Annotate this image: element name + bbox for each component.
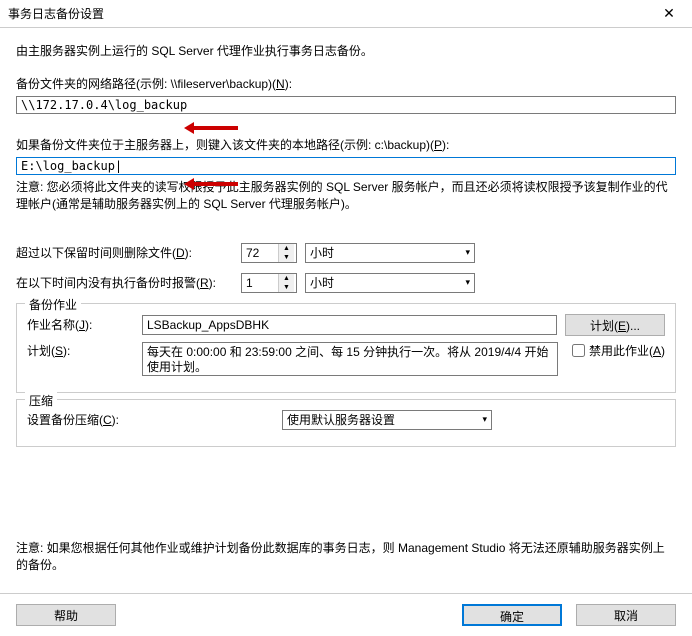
window-title: 事务日志备份设置: [8, 5, 104, 22]
chevron-down-icon[interactable]: ▼: [279, 253, 294, 262]
retention-label: 超过以下保留时间则删除文件(D):: [16, 244, 241, 261]
jobname-label: 作业名称(J):: [27, 316, 142, 333]
retention-spinner[interactable]: ▲▼: [241, 243, 297, 263]
job-legend: 备份作业: [25, 296, 81, 313]
job-fieldset: 备份作业 作业名称(J): 计划(E)... 计划(S): 每天在 0:00:0…: [16, 303, 676, 393]
content-area: 由主服务器实例上运行的 SQL Server 代理作业执行事务日志备份。 备份文…: [0, 28, 692, 588]
ok-button[interactable]: 确定: [462, 604, 562, 626]
chevron-down-icon: ▾: [482, 414, 487, 425]
chevron-down-icon: ▾: [465, 247, 470, 258]
chevron-up-icon[interactable]: ▲: [279, 274, 294, 283]
footer: 帮助 确定 取消: [0, 593, 692, 636]
close-icon[interactable]: ✕: [654, 4, 684, 24]
compress-fieldset: 压缩 设置备份压缩(C): 使用默认服务器设置 ▾: [16, 399, 676, 447]
schedule-button[interactable]: 计划(E)...: [565, 314, 665, 336]
localpath-label: 如果备份文件夹位于主服务器上，则键入该文件夹的本地路径(示例: c:\backu…: [16, 136, 676, 153]
netpath-label: 备份文件夹的网络路径(示例: \\fileserver\backup)(N):: [16, 75, 676, 92]
disable-job-checkbox[interactable]: 禁用此作业(A): [572, 342, 665, 359]
cancel-button[interactable]: 取消: [576, 604, 676, 626]
netpath-input[interactable]: [16, 96, 676, 114]
retention-row: 超过以下保留时间则删除文件(D): ▲▼ 小时 ▾: [16, 243, 676, 263]
retention-unit-combo[interactable]: 小时 ▾: [305, 243, 475, 263]
compress-legend: 压缩: [25, 392, 57, 409]
jobname-input[interactable]: [142, 315, 557, 335]
alert-label: 在以下时间内没有执行备份时报警(R):: [16, 274, 241, 291]
chevron-up-icon[interactable]: ▲: [279, 244, 294, 253]
chevron-down-icon[interactable]: ▼: [279, 283, 294, 292]
localpath-input[interactable]: [16, 157, 676, 175]
compress-label: 设置备份压缩(C):: [27, 411, 282, 428]
alert-unit-combo[interactable]: 小时 ▾: [305, 273, 475, 293]
alert-spinner[interactable]: ▲▼: [241, 273, 297, 293]
titlebar: 事务日志备份设置 ✕: [0, 0, 692, 28]
localpath-note: 注意: 您必须将此文件夹的读写权限授予此主服务器实例的 SQL Server 服…: [16, 179, 676, 213]
help-button[interactable]: 帮助: [16, 604, 116, 626]
schedule-label: 计划(S):: [27, 342, 142, 359]
warning-note: 注意: 如果您根据任何其他作业或维护计划备份此数据库的事务日志，则 Manage…: [16, 540, 676, 574]
schedule-text: 每天在 0:00:00 和 23:59:00 之间、每 15 分钟执行一次。将从…: [142, 342, 558, 376]
alert-row: 在以下时间内没有执行备份时报警(R): ▲▼ 小时 ▾: [16, 273, 676, 293]
compress-combo[interactable]: 使用默认服务器设置 ▾: [282, 410, 492, 430]
intro-text: 由主服务器实例上运行的 SQL Server 代理作业执行事务日志备份。: [16, 42, 676, 59]
chevron-down-icon: ▾: [465, 277, 470, 288]
